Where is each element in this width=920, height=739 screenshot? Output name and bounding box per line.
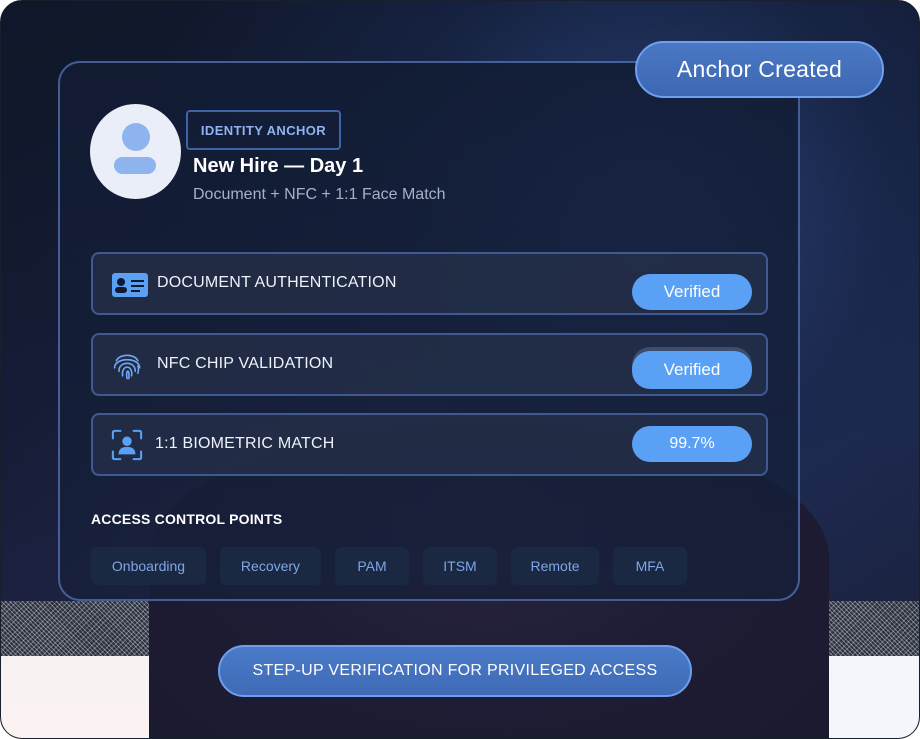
check-label: 1:1 BIOMETRIC MATCH (155, 435, 335, 452)
app-frame: Anchor Created IDENTITY ANCHOR New Hire … (0, 0, 920, 739)
profile-subtitle: Document + NFC + 1:1 Face Match (193, 186, 446, 203)
check-label: NFC CHIP VALIDATION (157, 355, 334, 372)
id-card-icon (112, 273, 148, 297)
access-point-chip[interactable]: ITSM (423, 547, 497, 585)
access-point-chip[interactable]: Remote (511, 547, 599, 585)
anchor-created-button[interactable]: Anchor Created (635, 41, 884, 98)
fingerprint-icon (113, 354, 141, 380)
user-icon-body (114, 157, 156, 174)
noise-texture-left (1, 601, 149, 657)
check-row-biometric: 1:1 BIOMETRIC MATCH 99.7% (91, 413, 768, 476)
avatar (90, 104, 181, 199)
profile-title: New Hire — Day 1 (193, 155, 364, 177)
noise-texture-right (829, 601, 919, 657)
access-control-title: ACCESS CONTROL POINTS (91, 511, 283, 527)
check-label: DOCUMENT AUTHENTICATION (157, 274, 397, 291)
access-point-chip[interactable]: Recovery (220, 547, 321, 585)
user-icon-head (122, 123, 150, 151)
check-row-document: DOCUMENT AUTHENTICATION Verified (91, 252, 768, 315)
access-point-chip[interactable]: PAM (335, 547, 409, 585)
check-row-nfc: NFC CHIP VALIDATION Verified (91, 333, 768, 396)
stepup-verification-button[interactable]: STEP-UP VERIFICATION FOR PRIVILEGED ACCE… (218, 645, 692, 697)
face-scan-icon (111, 429, 143, 461)
bottom-left-backdrop (1, 656, 161, 738)
access-point-chip[interactable]: MFA (613, 547, 687, 585)
status-badge: Verified (632, 274, 752, 310)
status-badge: 99.7% (632, 426, 752, 462)
access-point-chip[interactable]: Onboarding (91, 547, 206, 585)
identity-anchor-tag: IDENTITY ANCHOR (186, 110, 341, 150)
status-badge: Verified (632, 351, 752, 389)
